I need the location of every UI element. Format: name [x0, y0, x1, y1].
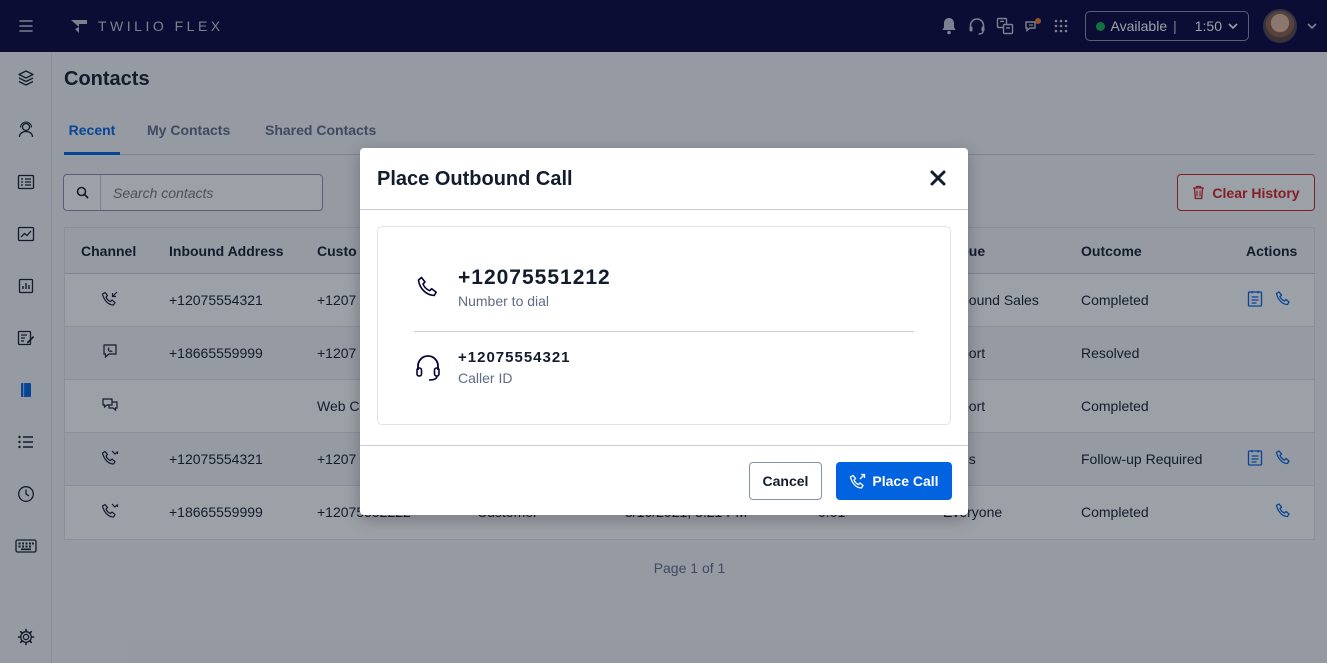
cancel-button[interactable]: Cancel — [749, 462, 822, 500]
caller-id-number: +12075554321 — [458, 349, 571, 366]
phone-outgoing-icon — [850, 473, 866, 489]
place-call-button[interactable]: Place Call — [836, 462, 952, 500]
place-outbound-call-modal: Place Outbound Call +12075551212 Number … — [360, 148, 968, 515]
phone-icon — [416, 275, 440, 304]
modal-footer: Cancel Place Call — [360, 445, 968, 515]
divider — [414, 331, 914, 332]
number-to-dial: +12075551212 — [458, 266, 611, 289]
call-details-card: +12075551212 Number to dial +12075554321… — [377, 226, 951, 425]
number-to-dial-label: Number to dial — [458, 293, 550, 309]
place-call-label: Place Call — [872, 473, 939, 489]
caller-id-label: Caller ID — [458, 370, 513, 386]
modal-title: Place Outbound Call — [377, 168, 573, 190]
modal-header: Place Outbound Call — [360, 148, 968, 210]
close-icon[interactable] — [926, 166, 950, 190]
headset-icon — [415, 354, 441, 387]
